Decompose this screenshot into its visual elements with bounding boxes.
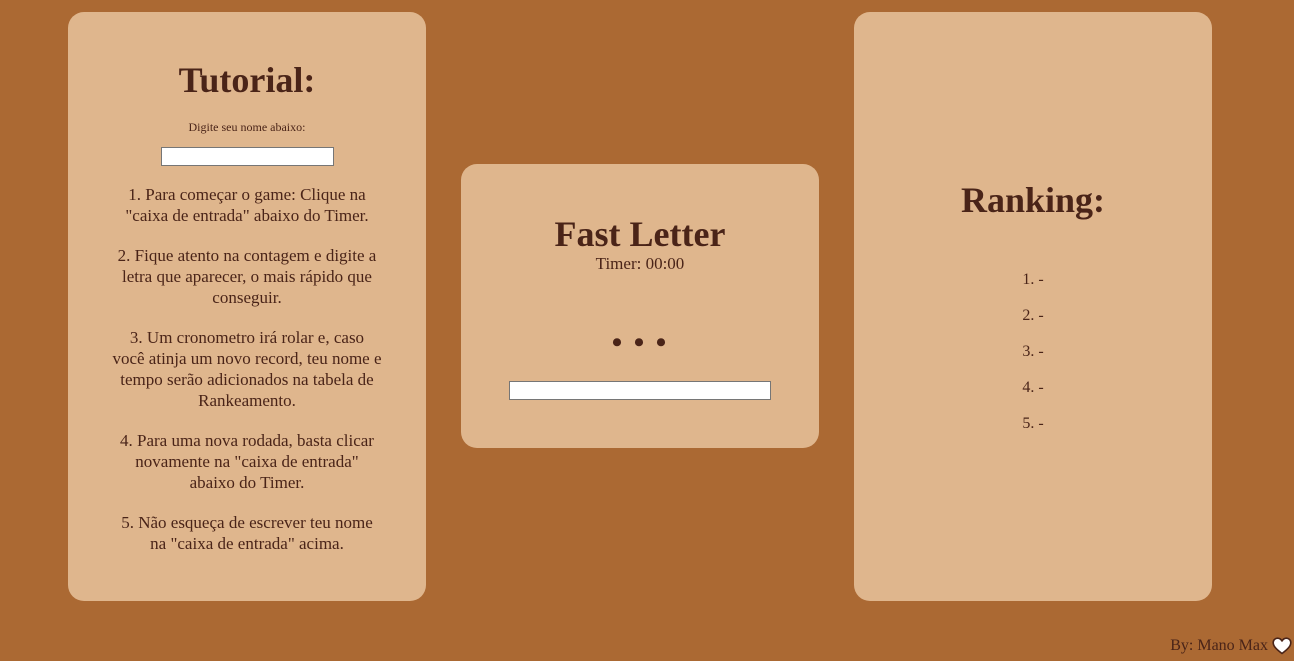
heart-icon — [1272, 637, 1292, 655]
ranking-panel: Ranking: 1. - 2. - 3. - 4. - 5. - — [854, 12, 1212, 601]
ranking-item: 5. - — [854, 414, 1212, 450]
game-title: Fast Letter — [461, 214, 819, 254]
tutorial-step-4: 4. Para uma nova rodada, basta clicar no… — [112, 430, 382, 493]
letter-display: • • • — [461, 326, 819, 360]
name-input[interactable] — [161, 147, 334, 166]
name-label: Digite seu nome abaixo: — [68, 120, 426, 135]
footer-credit: By: Mano Max — [1170, 636, 1292, 656]
tutorial-step-2: 2. Fique atento na contagem e digite a l… — [112, 245, 382, 308]
tutorial-step-1: 1. Para começar o game: Clique na "caixa… — [112, 184, 382, 226]
letter-input[interactable] — [509, 381, 771, 400]
ranking-title: Ranking: — [854, 180, 1212, 220]
ranking-item: 3. - — [854, 342, 1212, 378]
ranking-item: 1. - — [854, 270, 1212, 306]
tutorial-step-3: 3. Um cronometro irá rolar e, caso você … — [112, 327, 382, 411]
tutorial-panel: Tutorial: Digite seu nome abaixo: 1. Par… — [68, 12, 426, 601]
ranking-list: 1. - 2. - 3. - 4. - 5. - — [854, 270, 1212, 450]
timer-display: Timer: 00:00 — [461, 254, 819, 274]
ranking-item: 2. - — [854, 306, 1212, 342]
footer-credit-text: By: Mano Max — [1170, 636, 1268, 656]
tutorial-title: Tutorial: — [68, 60, 426, 100]
tutorial-steps: 1. Para começar o game: Clique na "caixa… — [112, 184, 382, 573]
tutorial-step-5: 5. Não esqueça de escrever teu nome na "… — [112, 512, 382, 554]
ranking-item: 4. - — [854, 378, 1212, 414]
game-panel: Fast Letter Timer: 00:00 • • • — [461, 164, 819, 448]
